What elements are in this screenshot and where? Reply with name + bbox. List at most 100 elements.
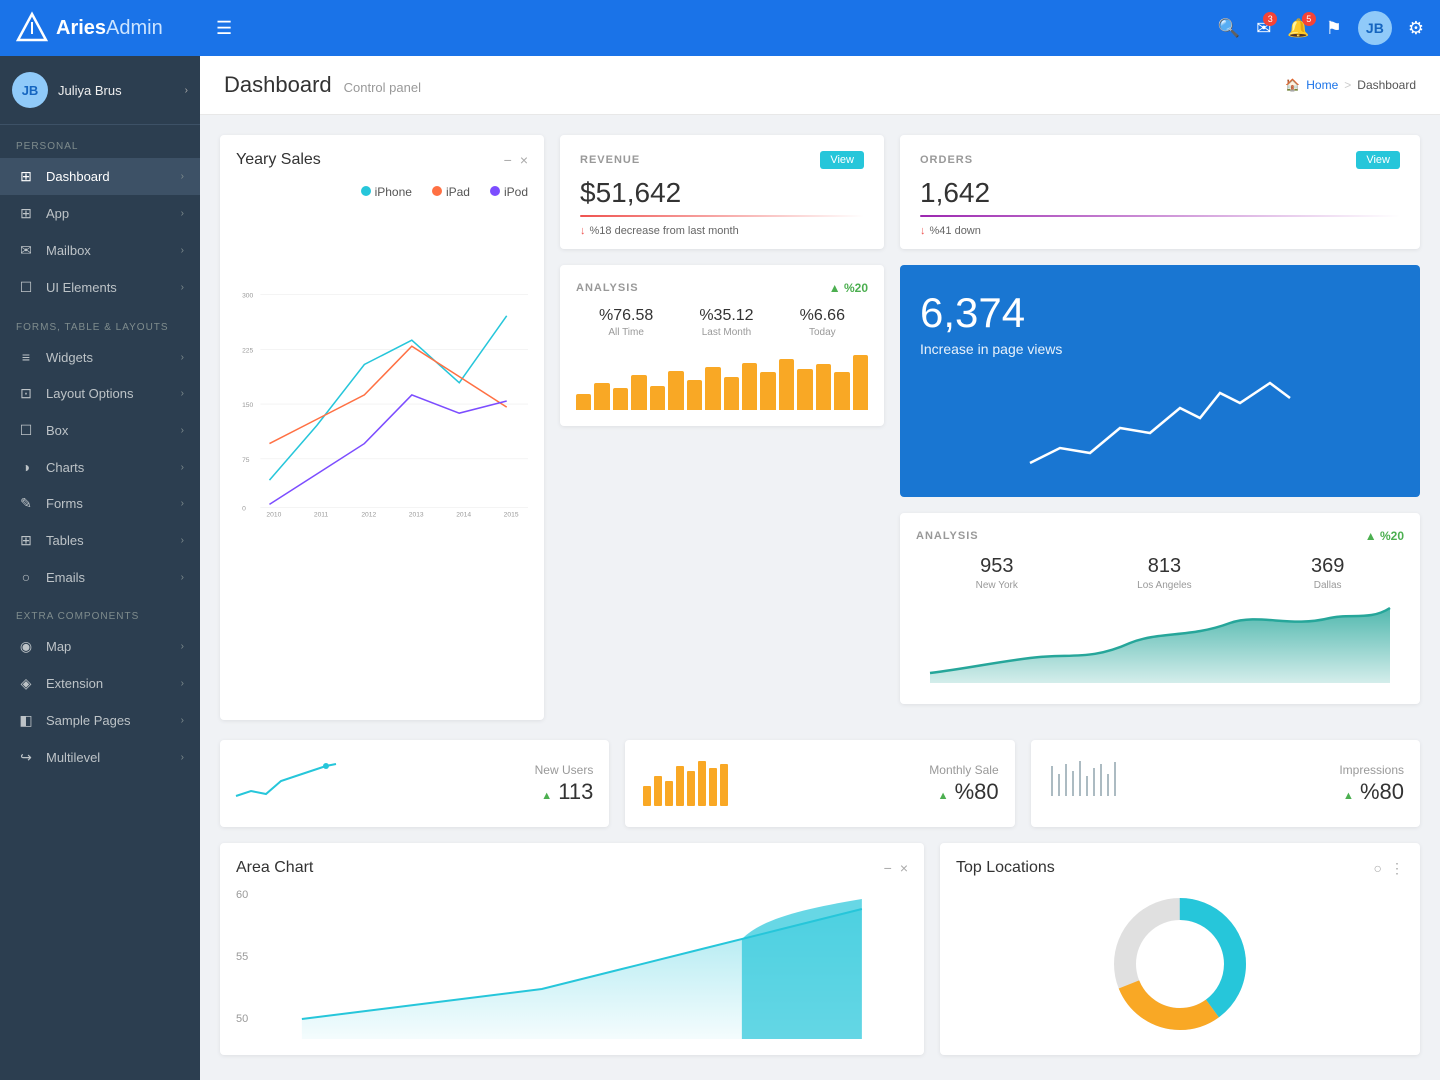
yearly-sales-card: Yeary Sales − × iPhone iPad iPod 300 225 [220,135,544,720]
analysis-bar-chart [576,350,868,410]
sidebar-item-dashboard[interactable]: ⊞ Dashboard › [0,158,200,195]
legend-iphone: iPhone [361,185,412,199]
sidebar-item-emails[interactable]: ○ Emails › [0,559,200,595]
bar [797,369,812,410]
sidebar-item-app[interactable]: ⊞ App › [0,195,200,232]
top-locations-more-button[interactable]: ⋮ [1390,860,1404,877]
app-icon: ⊞ [16,205,36,222]
analysis-bottom-card: ANALYSIS ▲ %20 953 New York 813 Los Ange… [900,513,1420,704]
svg-text:2012: 2012 [361,512,376,519]
new-users-value: ▲ 113 [352,779,593,805]
sidebar-item-layout[interactable]: ⊡ Layout Options › [0,375,200,412]
revenue-arrow: ↓ [580,225,586,237]
page-views-chart [920,373,1400,473]
search-icon[interactable]: 🔍 [1218,18,1240,39]
monthly-sale-chart [641,756,741,811]
analysis-top-header: ANALYSIS ▲ %20 [576,281,868,295]
layout-icon: ⊡ [16,385,36,402]
mail-icon[interactable]: ✉3 [1256,18,1271,39]
box-icon: ☐ [16,422,36,439]
svg-text:0: 0 [242,506,246,513]
sidebar-item-widgets[interactable]: ≡ Widgets › [0,339,200,375]
bar [834,372,849,410]
bell-badge: 5 [1302,12,1316,26]
area-chart-svg [256,889,908,1039]
sidebar-item-forms[interactable]: ✎ Forms › [0,485,200,522]
orders-change: ↓ %41 down [920,225,1400,237]
hamburger-button[interactable]: ☰ [216,18,1218,39]
ui-elements-icon: ☐ [16,279,36,296]
flag-icon[interactable]: ⚑ [1326,18,1342,39]
area-chart-close-button[interactable]: × [900,860,908,876]
stat-losangeles: 813 Los Angeles [1137,555,1192,591]
sidebar-charts-label: Charts [46,460,181,475]
sidebar-item-tables[interactable]: ⊞ Tables › [0,522,200,559]
area-chart-controls: − × [884,860,908,876]
sidebar-ui-elements-label: UI Elements [46,280,181,295]
svg-text:300: 300 [242,293,253,300]
impressions-label: Impressions [1143,763,1404,777]
analysis-bottom-header: ANALYSIS ▲ %20 [916,529,1404,543]
map-icon: ◉ [16,638,36,655]
revenue-header: REVENUE View [580,151,864,169]
topnav-icons: 🔍 ✉3 🔔5 ⚑ JB ⚙ [1218,11,1424,45]
bar [853,355,868,410]
forms-icon: ✎ [16,495,36,512]
sidebar: JB Juliya Brus › PERSONAL ⊞ Dashboard › … [0,56,200,1080]
top-locations-card: Top Locations ○ ⋮ [940,843,1420,1055]
monthly-sale-value: ▲ %80 [757,779,998,805]
bar [576,394,591,410]
dashboard-grid: REVENUE View $51,642 ↓ %18 decrease from… [200,115,1440,740]
impressions-info: Impressions ▲ %80 [1143,763,1404,805]
extension-icon: ◈ [16,675,36,692]
top-navigation: AriesAdmin ☰ 🔍 ✉3 🔔5 ⚑ JB ⚙ [0,0,1440,56]
breadcrumb-home[interactable]: Home [1306,78,1338,92]
mailbox-icon: ✉ [16,242,36,259]
sidebar-item-ui-elements[interactable]: ☐ UI Elements › [0,269,200,306]
yearly-controls: − × [504,152,528,168]
revenue-label: REVENUE [580,154,640,166]
analysis-top-card: ANALYSIS ▲ %20 %76.58 All Time %35.12 La… [560,265,884,426]
sidebar-item-box[interactable]: ☐ Box › [0,412,200,449]
bar [650,386,665,410]
top-locations-header: Top Locations ○ ⋮ [956,859,1404,877]
breadcrumb: 🏠 Home > Dashboard [1285,78,1416,92]
area-chart-minimize-button[interactable]: − [884,860,892,876]
sidebar-user[interactable]: JB Juliya Brus › [0,56,200,125]
area-chart-container: 60 55 50 [236,889,908,1039]
sidebar-emails-label: Emails [46,570,181,585]
page-title-area: Dashboard Control panel [224,72,421,98]
content-header: Dashboard Control panel 🏠 Home > Dashboa… [200,56,1440,115]
orders-view-button[interactable]: View [1356,151,1400,169]
revenue-value: $51,642 [580,177,864,209]
top-locations-circle-button[interactable]: ○ [1374,860,1382,877]
sidebar-arrow: › [181,171,184,182]
bottom-section: Area Chart − × 60 55 50 [200,843,1440,1075]
user-avatar[interactable]: JB [1358,11,1392,45]
analysis-bottom-label: ANALYSIS [916,530,979,542]
svg-text:75: 75 [242,457,250,464]
multilevel-icon: ↪ [16,749,36,766]
orders-label: ORDERS [920,154,973,166]
revenue-view-button[interactable]: View [820,151,864,169]
logo-icon [16,12,48,44]
sidebar-item-map[interactable]: ◉ Map › [0,628,200,665]
sidebar-item-mailbox[interactable]: ✉ Mailbox › [0,232,200,269]
legend-ipad: iPad [432,185,470,199]
widgets-icon: ≡ [16,349,36,365]
yearly-sales-chart: 300 225 150 75 0 2010 2011 2012 2013 [236,211,528,591]
sidebar-item-charts[interactable]: ◑ Charts › [0,449,200,485]
impressions-chart [1047,756,1127,811]
sidebar-item-multilevel[interactable]: ↪ Multilevel › [0,739,200,776]
analysis-top-badge: ▲ %20 [829,281,868,295]
sidebar-item-extension[interactable]: ◈ Extension › [0,665,200,702]
sidebar-extra-label: EXTRA COMPONENTS [0,595,200,628]
top-locations-chart [956,889,1404,1039]
yearly-minimize-button[interactable]: − [504,152,512,168]
settings-icon[interactable]: ⚙ [1408,18,1424,39]
bell-icon[interactable]: 🔔5 [1287,18,1309,39]
sidebar-item-sample-pages[interactable]: ◧ Sample Pages › [0,702,200,739]
sidebar-layout-label: Layout Options [46,386,181,401]
monthly-sale-info: Monthly Sale ▲ %80 [757,763,998,805]
yearly-close-button[interactable]: × [520,152,528,168]
